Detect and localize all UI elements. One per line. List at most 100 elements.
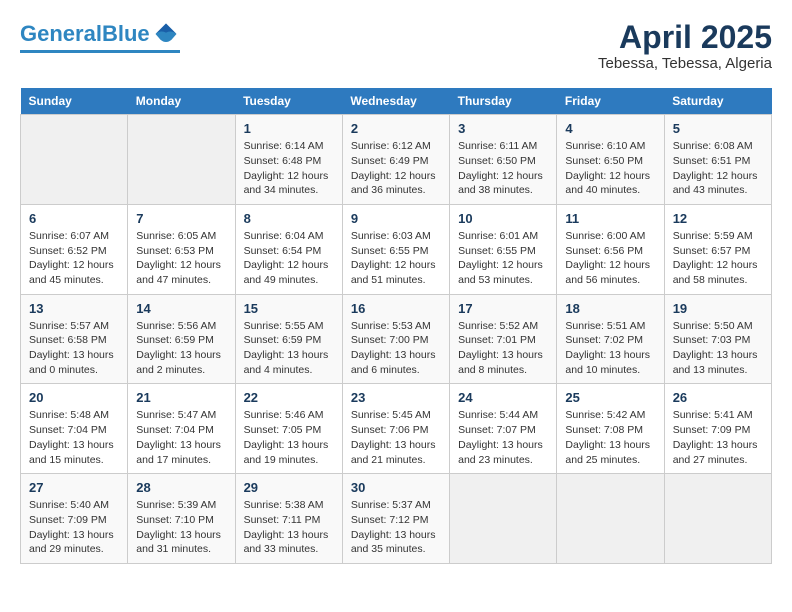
day-info: Sunrise: 5:37 AMSunset: 7:12 PMDaylight:…	[351, 498, 441, 557]
day-number: 14	[136, 301, 226, 316]
day-number: 7	[136, 211, 226, 226]
day-number: 18	[565, 301, 655, 316]
day-of-week-header: Tuesday	[235, 88, 342, 115]
day-number: 6	[29, 211, 119, 226]
day-info: Sunrise: 6:07 AMSunset: 6:52 PMDaylight:…	[29, 229, 119, 288]
calendar-table: SundayMondayTuesdayWednesdayThursdayFrid…	[20, 88, 772, 564]
calendar-cell: 29 Sunrise: 5:38 AMSunset: 7:11 PMDaylig…	[235, 474, 342, 564]
day-info: Sunrise: 5:55 AMSunset: 6:59 PMDaylight:…	[244, 319, 334, 378]
calendar-cell: 21 Sunrise: 5:47 AMSunset: 7:04 PMDaylig…	[128, 384, 235, 474]
day-info: Sunrise: 5:50 AMSunset: 7:03 PMDaylight:…	[673, 319, 763, 378]
day-number: 20	[29, 390, 119, 405]
day-number: 8	[244, 211, 334, 226]
day-number: 25	[565, 390, 655, 405]
day-number: 5	[673, 121, 763, 136]
calendar-cell: 5 Sunrise: 6:08 AMSunset: 6:51 PMDayligh…	[664, 115, 771, 205]
day-number: 23	[351, 390, 441, 405]
calendar-cell: 25 Sunrise: 5:42 AMSunset: 7:08 PMDaylig…	[557, 384, 664, 474]
calendar-cell: 16 Sunrise: 5:53 AMSunset: 7:00 PMDaylig…	[342, 294, 449, 384]
calendar-cell: 26 Sunrise: 5:41 AMSunset: 7:09 PMDaylig…	[664, 384, 771, 474]
day-info: Sunrise: 5:39 AMSunset: 7:10 PMDaylight:…	[136, 498, 226, 557]
day-info: Sunrise: 6:04 AMSunset: 6:54 PMDaylight:…	[244, 229, 334, 288]
day-info: Sunrise: 5:56 AMSunset: 6:59 PMDaylight:…	[136, 319, 226, 378]
day-info: Sunrise: 5:52 AMSunset: 7:01 PMDaylight:…	[458, 319, 548, 378]
day-number: 4	[565, 121, 655, 136]
day-info: Sunrise: 5:47 AMSunset: 7:04 PMDaylight:…	[136, 408, 226, 467]
calendar-cell: 11 Sunrise: 6:00 AMSunset: 6:56 PMDaylig…	[557, 204, 664, 294]
day-number: 11	[565, 211, 655, 226]
calendar-cell: 8 Sunrise: 6:04 AMSunset: 6:54 PMDayligh…	[235, 204, 342, 294]
day-info: Sunrise: 6:11 AMSunset: 6:50 PMDaylight:…	[458, 139, 548, 198]
page-subtitle: Tebessa, Tebessa, Algeria	[598, 55, 772, 72]
day-info: Sunrise: 6:03 AMSunset: 6:55 PMDaylight:…	[351, 229, 441, 288]
day-of-week-header: Sunday	[21, 88, 128, 115]
day-number: 15	[244, 301, 334, 316]
day-of-week-header: Thursday	[450, 88, 557, 115]
day-number: 24	[458, 390, 548, 405]
day-number: 22	[244, 390, 334, 405]
calendar-cell: 3 Sunrise: 6:11 AMSunset: 6:50 PMDayligh…	[450, 115, 557, 205]
day-number: 28	[136, 480, 226, 495]
calendar-cell: 9 Sunrise: 6:03 AMSunset: 6:55 PMDayligh…	[342, 204, 449, 294]
day-info: Sunrise: 5:38 AMSunset: 7:11 PMDaylight:…	[244, 498, 334, 557]
calendar-cell: 27 Sunrise: 5:40 AMSunset: 7:09 PMDaylig…	[21, 474, 128, 564]
calendar-cell: 6 Sunrise: 6:07 AMSunset: 6:52 PMDayligh…	[21, 204, 128, 294]
day-number: 10	[458, 211, 548, 226]
calendar-cell: 28 Sunrise: 5:39 AMSunset: 7:10 PMDaylig…	[128, 474, 235, 564]
title-block: April 2025 Tebessa, Tebessa, Algeria	[598, 20, 772, 72]
day-of-week-header: Wednesday	[342, 88, 449, 115]
page-title: April 2025	[598, 20, 772, 55]
day-number: 29	[244, 480, 334, 495]
logo-text: GeneralBlue	[20, 23, 150, 45]
day-info: Sunrise: 5:51 AMSunset: 7:02 PMDaylight:…	[565, 319, 655, 378]
day-number: 17	[458, 301, 548, 316]
calendar-cell: 22 Sunrise: 5:46 AMSunset: 7:05 PMDaylig…	[235, 384, 342, 474]
day-number: 9	[351, 211, 441, 226]
day-info: Sunrise: 6:12 AMSunset: 6:49 PMDaylight:…	[351, 139, 441, 198]
logo: GeneralBlue	[20, 20, 180, 53]
calendar-cell: 2 Sunrise: 6:12 AMSunset: 6:49 PMDayligh…	[342, 115, 449, 205]
day-number: 27	[29, 480, 119, 495]
day-info: Sunrise: 6:01 AMSunset: 6:55 PMDaylight:…	[458, 229, 548, 288]
day-info: Sunrise: 6:05 AMSunset: 6:53 PMDaylight:…	[136, 229, 226, 288]
calendar-cell: 10 Sunrise: 6:01 AMSunset: 6:55 PMDaylig…	[450, 204, 557, 294]
calendar-cell: 20 Sunrise: 5:48 AMSunset: 7:04 PMDaylig…	[21, 384, 128, 474]
day-number: 2	[351, 121, 441, 136]
day-info: Sunrise: 5:46 AMSunset: 7:05 PMDaylight:…	[244, 408, 334, 467]
day-info: Sunrise: 5:40 AMSunset: 7:09 PMDaylight:…	[29, 498, 119, 557]
calendar-cell: 24 Sunrise: 5:44 AMSunset: 7:07 PMDaylig…	[450, 384, 557, 474]
day-number: 21	[136, 390, 226, 405]
calendar-cell	[450, 474, 557, 564]
calendar-cell	[664, 474, 771, 564]
day-info: Sunrise: 5:48 AMSunset: 7:04 PMDaylight:…	[29, 408, 119, 467]
day-of-week-header: Saturday	[664, 88, 771, 115]
calendar-cell	[128, 115, 235, 205]
day-number: 19	[673, 301, 763, 316]
day-info: Sunrise: 5:45 AMSunset: 7:06 PMDaylight:…	[351, 408, 441, 467]
calendar-cell: 18 Sunrise: 5:51 AMSunset: 7:02 PMDaylig…	[557, 294, 664, 384]
day-info: Sunrise: 5:41 AMSunset: 7:09 PMDaylight:…	[673, 408, 763, 467]
day-number: 30	[351, 480, 441, 495]
calendar-cell: 15 Sunrise: 5:55 AMSunset: 6:59 PMDaylig…	[235, 294, 342, 384]
calendar-cell: 12 Sunrise: 5:59 AMSunset: 6:57 PMDaylig…	[664, 204, 771, 294]
day-info: Sunrise: 6:14 AMSunset: 6:48 PMDaylight:…	[244, 139, 334, 198]
day-number: 12	[673, 211, 763, 226]
day-info: Sunrise: 5:53 AMSunset: 7:00 PMDaylight:…	[351, 319, 441, 378]
calendar-cell: 1 Sunrise: 6:14 AMSunset: 6:48 PMDayligh…	[235, 115, 342, 205]
day-of-week-header: Monday	[128, 88, 235, 115]
day-number: 26	[673, 390, 763, 405]
calendar-cell	[557, 474, 664, 564]
calendar-cell: 30 Sunrise: 5:37 AMSunset: 7:12 PMDaylig…	[342, 474, 449, 564]
day-number: 13	[29, 301, 119, 316]
day-info: Sunrise: 5:59 AMSunset: 6:57 PMDaylight:…	[673, 229, 763, 288]
calendar-cell	[21, 115, 128, 205]
calendar-cell: 13 Sunrise: 5:57 AMSunset: 6:58 PMDaylig…	[21, 294, 128, 384]
day-info: Sunrise: 6:10 AMSunset: 6:50 PMDaylight:…	[565, 139, 655, 198]
calendar-cell: 19 Sunrise: 5:50 AMSunset: 7:03 PMDaylig…	[664, 294, 771, 384]
day-info: Sunrise: 5:44 AMSunset: 7:07 PMDaylight:…	[458, 408, 548, 467]
calendar-cell: 4 Sunrise: 6:10 AMSunset: 6:50 PMDayligh…	[557, 115, 664, 205]
logo-icon	[152, 20, 180, 48]
calendar-cell: 17 Sunrise: 5:52 AMSunset: 7:01 PMDaylig…	[450, 294, 557, 384]
day-number: 1	[244, 121, 334, 136]
day-info: Sunrise: 5:42 AMSunset: 7:08 PMDaylight:…	[565, 408, 655, 467]
